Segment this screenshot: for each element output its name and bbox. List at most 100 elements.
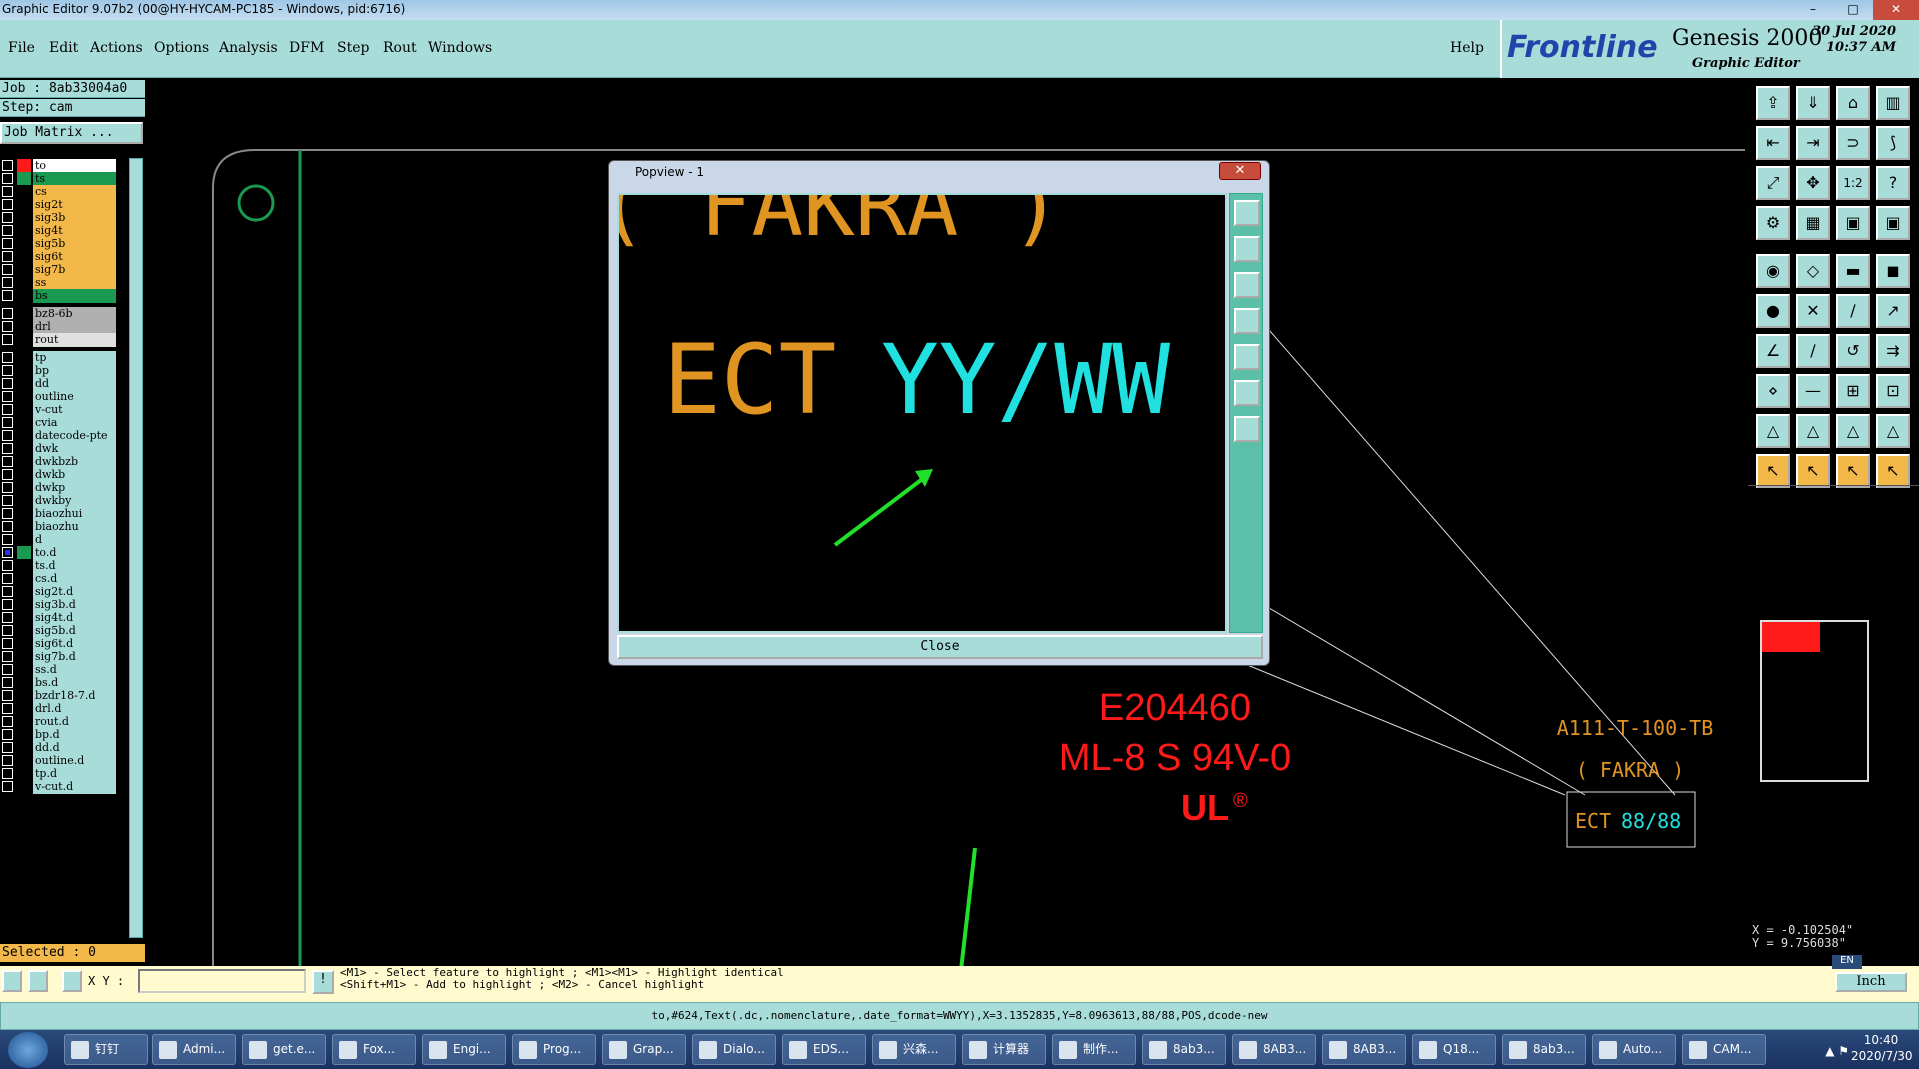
- grid-icon[interactable]: ▦: [1796, 206, 1830, 240]
- tri-1-icon[interactable]: △: [1756, 414, 1790, 448]
- angle-icon[interactable]: ∠: [1756, 334, 1790, 368]
- select-icon[interactable]: ●: [1756, 294, 1790, 328]
- close-button[interactable]: ✕: [1873, 0, 1919, 20]
- popview-viewport[interactable]: ( FAKRA ) ECT YY/WW: [617, 193, 1227, 633]
- taskbar-item[interactable]: 8ab3...: [1502, 1034, 1586, 1065]
- measure-icon[interactable]: [28, 970, 48, 992]
- pv-left-icon[interactable]: [1234, 308, 1260, 334]
- taskbar-item[interactable]: 兴森...: [872, 1034, 956, 1065]
- rotate-icon[interactable]: ↺: [1836, 334, 1870, 368]
- layer-checkbox[interactable]: [2, 212, 13, 223]
- menu-help[interactable]: Help: [1450, 40, 1484, 56]
- layer-checkbox[interactable]: [2, 703, 13, 714]
- layer-checkbox[interactable]: [2, 625, 13, 636]
- add-shape-icon[interactable]: ◇: [1796, 254, 1830, 288]
- snap-icon[interactable]: [2, 970, 22, 992]
- pan-icon[interactable]: ⊃: [1836, 126, 1870, 160]
- pv-up-icon[interactable]: [1234, 236, 1260, 262]
- popview-close-icon[interactable]: ✕: [1219, 162, 1261, 180]
- menu-edit[interactable]: Edit: [49, 40, 78, 56]
- layer-checkbox[interactable]: [2, 264, 13, 275]
- menu-windows[interactable]: Windows: [428, 40, 492, 56]
- layer-checkbox[interactable]: [2, 781, 13, 792]
- taskbar-item[interactable]: Dialo...: [692, 1034, 776, 1065]
- layer-row-v-cut.d[interactable]: v-cut.d: [0, 779, 145, 794]
- taskbar-item[interactable]: 8ab3...: [1142, 1034, 1226, 1065]
- taskbar-item[interactable]: 钉钉: [64, 1034, 148, 1065]
- layer-checkbox[interactable]: [2, 160, 13, 171]
- ratio-icon[interactable]: 1:2: [1836, 166, 1870, 200]
- taskbar-item[interactable]: Admi...: [152, 1034, 236, 1065]
- layer-checkbox[interactable]: [2, 586, 13, 597]
- job-matrix-button[interactable]: Job Matrix ...: [0, 122, 143, 144]
- pointer-1-icon[interactable]: ↖: [1756, 454, 1790, 488]
- layer-checkbox[interactable]: [2, 277, 13, 288]
- taskbar-item[interactable]: 制作...: [1052, 1034, 1136, 1065]
- xy-input[interactable]: [138, 969, 306, 993]
- pointer-4-icon[interactable]: ↖: [1876, 454, 1910, 488]
- layer-checkbox[interactable]: [2, 238, 13, 249]
- fit-icon[interactable]: ⤢: [1756, 166, 1790, 200]
- layer-checkbox[interactable]: [2, 334, 13, 345]
- menu-file[interactable]: File: [8, 40, 35, 56]
- layer-checkbox[interactable]: [2, 664, 13, 675]
- zoom-prev-icon[interactable]: ⇤: [1756, 126, 1790, 160]
- layer-checkbox[interactable]: [2, 534, 13, 545]
- info-icon[interactable]: !: [312, 970, 334, 994]
- layer-checkbox[interactable]: [2, 430, 13, 441]
- add-line-icon[interactable]: ▬: [1836, 254, 1870, 288]
- taskbar-item[interactable]: 计算器: [962, 1034, 1046, 1065]
- taskbar-item[interactable]: EDS...: [782, 1034, 866, 1065]
- tri-2-icon[interactable]: △: [1796, 414, 1830, 448]
- layer-up-icon[interactable]: ⇪: [1756, 86, 1790, 120]
- copy-icon[interactable]: ↗: [1876, 294, 1910, 328]
- mirror-icon[interactable]: ⇉: [1876, 334, 1910, 368]
- add-surface-icon[interactable]: ◼: [1876, 254, 1910, 288]
- start-button[interactable]: [8, 1032, 48, 1068]
- layer-checkbox[interactable]: [2, 521, 13, 532]
- layer-checkbox[interactable]: [2, 690, 13, 701]
- settings-icon[interactable]: ⚙: [1756, 206, 1790, 240]
- line-icon[interactable]: ∕: [1796, 334, 1830, 368]
- layer-row-bs[interactable]: bs: [0, 288, 145, 303]
- dim-icon[interactable]: ⊡: [1876, 374, 1910, 408]
- layer-checkbox[interactable]: [2, 495, 13, 506]
- menu-analysis[interactable]: Analysis: [219, 40, 278, 56]
- layer-down-icon[interactable]: ⇓: [1796, 86, 1830, 120]
- pv-fit-icon[interactable]: [1234, 380, 1260, 406]
- layer-row-rout[interactable]: rout: [0, 332, 145, 347]
- layer-checkbox[interactable]: [2, 365, 13, 376]
- add-pad-icon[interactable]: ◉: [1756, 254, 1790, 288]
- layer-checkbox[interactable]: [2, 225, 13, 236]
- layer-checkbox[interactable]: [2, 755, 13, 766]
- menu-rout[interactable]: Rout: [383, 40, 417, 56]
- layer-checkbox[interactable]: [2, 391, 13, 402]
- taskbar-item[interactable]: Prog...: [512, 1034, 596, 1065]
- layer-checkbox[interactable]: [2, 321, 13, 332]
- layer-checkbox[interactable]: [2, 599, 13, 610]
- layer-checkbox[interactable]: [2, 186, 13, 197]
- overview-frame[interactable]: [1760, 620, 1869, 782]
- layer-checkbox[interactable]: [2, 560, 13, 571]
- clock[interactable]: 10:40 2020/7/30: [1851, 1032, 1913, 1064]
- help-icon[interactable]: ?: [1876, 166, 1910, 200]
- layer-checkbox[interactable]: [2, 199, 13, 210]
- maximize-button[interactable]: □: [1833, 0, 1873, 20]
- layer-checkbox[interactable]: [2, 469, 13, 480]
- layer-scrollbar[interactable]: [129, 158, 143, 938]
- layer-checkbox[interactable]: [2, 456, 13, 467]
- delete-icon[interactable]: ✕: [1796, 294, 1830, 328]
- pointer-2-icon[interactable]: ↖: [1796, 454, 1830, 488]
- snap-red-icon[interactable]: ▣: [1836, 206, 1870, 240]
- popview-close-button[interactable]: Close: [617, 635, 1263, 659]
- layer-checkbox[interactable]: [2, 677, 13, 688]
- move-icon[interactable]: ∕: [1836, 294, 1870, 328]
- view-icon[interactable]: ▥: [1876, 86, 1910, 120]
- taskbar-item[interactable]: Q18...: [1412, 1034, 1496, 1065]
- taskbar-item[interactable]: Auto...: [1592, 1034, 1676, 1065]
- taskbar-item[interactable]: 8AB3...: [1232, 1034, 1316, 1065]
- unit-selector[interactable]: Inch: [1835, 972, 1907, 992]
- layer-checkbox[interactable]: [2, 729, 13, 740]
- layer-checkbox[interactable]: [2, 573, 13, 584]
- layer-checkbox[interactable]: [2, 768, 13, 779]
